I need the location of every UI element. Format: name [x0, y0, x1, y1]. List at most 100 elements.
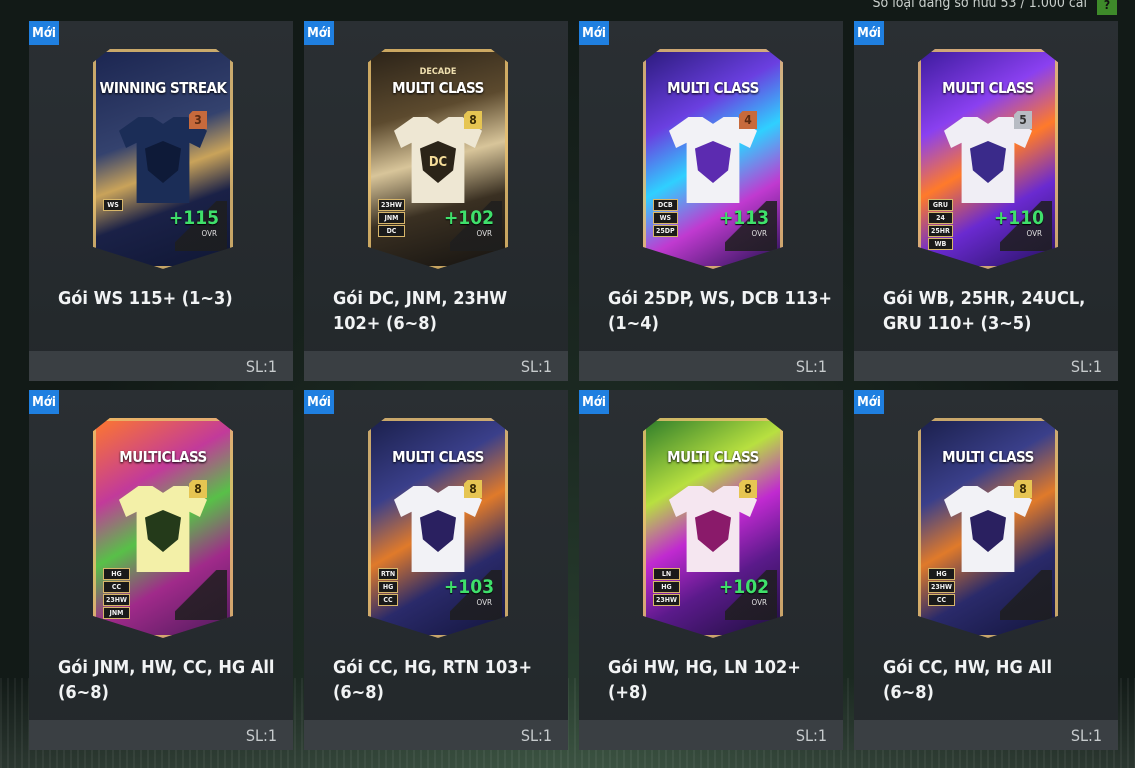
card-tag: HG: [378, 581, 399, 593]
card-tag: JNM: [378, 212, 405, 224]
new-badge: Mới: [304, 21, 334, 45]
pack-quantity: SL:1: [245, 356, 277, 376]
card-tags: WS: [103, 199, 123, 211]
card-tag: LN: [653, 568, 680, 580]
card-tag: 23HW: [103, 594, 130, 606]
card-tag: HG: [928, 568, 955, 580]
card-tag: 23HW: [653, 594, 680, 606]
ownership-text: Số loại đang sở hữu 53 / 1.000 cái: [872, 0, 1088, 11]
card-tag: WS: [653, 212, 678, 224]
ovr-label: OVR: [751, 229, 767, 238]
card-tag: RTN: [378, 568, 399, 580]
ovr-value: +103: [443, 576, 494, 598]
pack-grid: Mới WINNING STREAK 3 WS +115 OVR Gói WS …: [29, 21, 1118, 750]
pack-tile[interactable]: Mới DECADE MULTI CLASS DC 8 23HW JNM DC +1…: [304, 21, 568, 381]
pack-name: Gói 25DP, WS, DCB 113+ (1~4): [608, 288, 832, 334]
card-subtitle: DECADE: [419, 67, 457, 77]
pack-card-image: MULTI CLASS 4 DCB WS 25DP +113 OVR: [643, 49, 783, 269]
pack-quantity: SL:1: [795, 356, 827, 376]
card-tags: GRU 24 25HR WB: [928, 199, 953, 250]
pack-quantity: SL:1: [520, 725, 552, 745]
card-tag: JNM: [103, 607, 130, 619]
ovr-label: OVR: [751, 598, 767, 607]
pack-footer: SL:1: [579, 720, 843, 750]
pack-name: Gói WB, 25HR, 24UCL, GRU 110+ (3~5): [883, 288, 1086, 334]
card-tag: 23HW: [928, 581, 955, 593]
pack-footer: SL:1: [304, 351, 568, 381]
pack-card-image: WINNING STREAK 3 WS +115 OVR: [93, 49, 233, 269]
pack-footer: SL:1: [854, 720, 1118, 750]
pack-quantity: SL:1: [795, 725, 827, 745]
new-badge: Mới: [304, 390, 334, 414]
grade-badge: 3: [189, 111, 207, 129]
pack-tile[interactable]: Mới MULTI CLASS 8 HG 23HW CC Gói CC, HW, H…: [854, 390, 1118, 750]
pack-footer: SL:1: [304, 720, 568, 750]
card-tags: HG 23HW CC: [928, 568, 955, 606]
help-button[interactable]: ?: [1097, 0, 1117, 15]
ownership-bar: Số loại đang sở hữu 53 / 1.000 cái ?: [872, 0, 1117, 15]
grade-badge: 8: [1014, 480, 1032, 498]
card-tags: 23HW JNM DC: [378, 199, 405, 237]
grade-badge: 8: [189, 480, 207, 498]
pack-card-image: MULTI CLASS 8 LN HG 23HW +102 OVR: [643, 418, 783, 638]
card-title: MULTI CLASS: [667, 448, 759, 466]
card-tag: HG: [653, 581, 680, 593]
pack-tile[interactable]: Mới MULTICLASS 8 HG CC 23HW JNM Gói JNM, HW…: [29, 390, 293, 750]
pack-quantity: SL:1: [245, 725, 277, 745]
pack-footer: SL:1: [579, 351, 843, 381]
ovr-label: OVR: [201, 229, 217, 238]
pack-quantity: SL:1: [1070, 725, 1102, 745]
pack-name: Gói HW, HG, LN 102+ (+8): [608, 657, 801, 703]
grade-badge: 8: [464, 111, 482, 129]
new-badge: Mới: [579, 390, 609, 414]
ovr-corner: [1000, 570, 1052, 620]
card-title: MULTI CLASS: [667, 79, 759, 97]
grade-badge: 4: [739, 111, 757, 129]
card-title: MULTICLASS: [119, 448, 207, 466]
pack-tile[interactable]: Mới MULTI CLASS 4 DCB WS 25DP +113 OVR Gói…: [579, 21, 843, 381]
card-tag: HG: [103, 568, 130, 580]
card-tags: HG CC 23HW JNM: [103, 568, 130, 619]
card-tag: 25HR: [928, 225, 953, 237]
card-tag: 25DP: [653, 225, 678, 237]
pack-tile[interactable]: Mới MULTI CLASS 8 RTN HG CC +103 OVR Gói C…: [304, 390, 568, 750]
pack-quantity: SL:1: [520, 356, 552, 376]
pack-tile[interactable]: Mới WINNING STREAK 3 WS +115 OVR Gói WS …: [29, 21, 293, 381]
new-badge: Mới: [579, 21, 609, 45]
new-badge: Mới: [29, 21, 59, 45]
crest-text: DC: [428, 154, 448, 170]
grade-badge: 8: [739, 480, 757, 498]
card-tag: DCB: [653, 199, 678, 211]
ovr-value: +102: [718, 576, 769, 598]
card-tags: LN HG 23HW: [653, 568, 680, 606]
ovr-value: +110: [993, 207, 1044, 229]
card-title: MULTI CLASS: [392, 79, 484, 97]
card-title: WINNING STREAK: [99, 79, 227, 97]
pack-name: Gói CC, HW, HG All (6~8): [883, 657, 1052, 703]
pack-card-image: MULTI CLASS 8 RTN HG CC +103 OVR: [368, 418, 508, 638]
pack-name: Gói DC, JNM, 23HW 102+ (6~8): [333, 288, 508, 334]
card-title: MULTI CLASS: [392, 448, 484, 466]
card-tags: RTN HG CC: [378, 568, 399, 606]
ovr-label: OVR: [476, 229, 492, 238]
card-tag: CC: [928, 594, 955, 606]
ovr-label: OVR: [1026, 229, 1042, 238]
card-tag: GRU: [928, 199, 953, 211]
ovr-value: +102: [443, 207, 494, 229]
card-tag: CC: [103, 581, 130, 593]
pack-tile[interactable]: Mới MULTI CLASS 8 LN HG 23HW +102 OVR Gói …: [579, 390, 843, 750]
grade-badge: 5: [1014, 111, 1032, 129]
pack-tile[interactable]: Mới MULTI CLASS 5 GRU 24 25HR WB +110 OVR G…: [854, 21, 1118, 381]
pack-footer: SL:1: [29, 720, 293, 750]
pack-footer: SL:1: [854, 351, 1118, 381]
pack-card-image: MULTI CLASS 5 GRU 24 25HR WB +110 OVR: [918, 49, 1058, 269]
ovr-label: OVR: [476, 598, 492, 607]
new-badge: Mới: [29, 390, 59, 414]
ovr-value: +113: [718, 207, 769, 229]
new-badge: Mới: [854, 21, 884, 45]
card-tag: 23HW: [378, 199, 405, 211]
card-tags: DCB WS 25DP: [653, 199, 678, 237]
pack-card-image: DECADE MULTI CLASS DC 8 23HW JNM DC +102 O…: [368, 49, 508, 269]
card-tag: WS: [103, 199, 123, 211]
pack-card-image: MULTI CLASS 8 HG 23HW CC: [918, 418, 1058, 638]
